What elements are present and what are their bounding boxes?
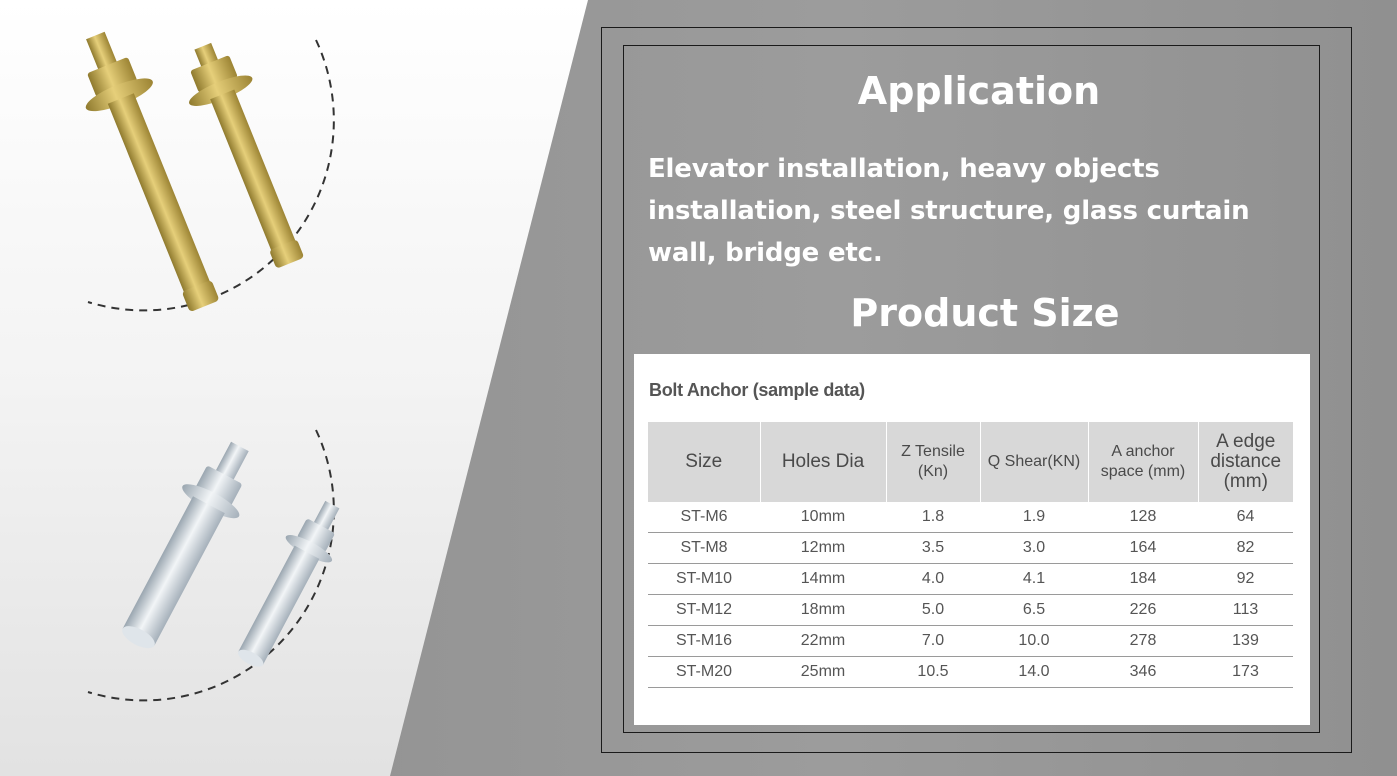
table-row: ST-M20 25mm 10.5 14.0 346 173 bbox=[648, 656, 1293, 688]
header-holes-dia: Holes Dia bbox=[760, 422, 887, 502]
cell-size: ST-M6 bbox=[648, 502, 760, 533]
table-row: ST-M16 22mm 7.0 10.0 278 139 bbox=[648, 625, 1293, 657]
table-row: ST-M8 12mm 3.5 3.0 164 82 bbox=[648, 532, 1293, 564]
cell-edge-distance: 92 bbox=[1198, 563, 1293, 595]
silver-anchor-bolt-small bbox=[237, 500, 340, 667]
cell-holes-dia: 25mm bbox=[760, 656, 886, 688]
cell-edge-distance: 173 bbox=[1198, 656, 1293, 688]
cell-q-shear: 14.0 bbox=[980, 656, 1088, 688]
cell-edge-distance: 82 bbox=[1198, 532, 1293, 564]
cell-holes-dia: 12mm bbox=[760, 532, 886, 564]
cell-anchor-space: 346 bbox=[1088, 656, 1198, 688]
header-size: Size bbox=[648, 422, 761, 502]
application-title: Application bbox=[857, 69, 1101, 113]
cell-anchor-space: 226 bbox=[1088, 594, 1198, 626]
cell-holes-dia: 14mm bbox=[760, 563, 886, 595]
cell-z-tensile: 1.8 bbox=[886, 502, 980, 533]
table-caption: Bolt Anchor (sample data) bbox=[649, 380, 865, 400]
size-table-card: Bolt Anchor (sample data) Size Holes Dia… bbox=[634, 354, 1310, 725]
cell-anchor-space: 184 bbox=[1088, 563, 1198, 595]
cell-size: ST-M20 bbox=[648, 656, 760, 688]
product-photos bbox=[85, 31, 340, 702]
cell-size: ST-M16 bbox=[648, 625, 760, 657]
cell-z-tensile: 10.5 bbox=[886, 656, 980, 688]
cell-edge-distance: 64 bbox=[1198, 502, 1293, 533]
cell-anchor-space: 164 bbox=[1088, 532, 1198, 564]
header-q-shear: Q Shear(KN) bbox=[980, 422, 1089, 502]
cell-holes-dia: 22mm bbox=[760, 625, 886, 657]
cell-q-shear: 6.5 bbox=[980, 594, 1088, 626]
cell-q-shear: 3.0 bbox=[980, 532, 1088, 564]
cell-holes-dia: 10mm bbox=[760, 502, 886, 533]
table-row: ST-M6 10mm 1.8 1.9 128 64 bbox=[648, 502, 1293, 533]
cell-size: ST-M10 bbox=[648, 563, 760, 595]
cell-edge-distance: 139 bbox=[1198, 625, 1293, 657]
cell-edge-distance: 113 bbox=[1198, 594, 1293, 626]
header-anchor-space: A anchor space (mm) bbox=[1088, 422, 1199, 502]
header-edge-distance: A edge distance (mm) bbox=[1198, 422, 1293, 502]
silver-anchor-bolt-large bbox=[122, 441, 249, 649]
table-header-row: Size Holes Dia Z Tensile (Kn) Q Shear(KN… bbox=[648, 422, 1293, 502]
cell-anchor-space: 128 bbox=[1088, 502, 1198, 533]
cell-q-shear: 4.1 bbox=[980, 563, 1088, 595]
cell-z-tensile: 3.5 bbox=[886, 532, 980, 564]
table-row: ST-M10 14mm 4.0 4.1 184 92 bbox=[648, 563, 1293, 595]
header-z-tensile: Z Tensile (Kn) bbox=[886, 422, 981, 502]
cell-q-shear: 1.9 bbox=[980, 502, 1088, 533]
cell-size: ST-M8 bbox=[648, 532, 760, 564]
cell-z-tensile: 4.0 bbox=[886, 563, 980, 595]
application-description: Elevator installation, heavy objects ins… bbox=[648, 154, 1250, 268]
cell-z-tensile: 7.0 bbox=[886, 625, 980, 657]
cell-anchor-space: 278 bbox=[1088, 625, 1198, 657]
gold-anchor-bolt-small bbox=[189, 42, 304, 268]
cell-holes-dia: 18mm bbox=[760, 594, 886, 626]
cell-z-tensile: 5.0 bbox=[886, 594, 980, 626]
cell-q-shear: 10.0 bbox=[980, 625, 1088, 657]
table-row: ST-M12 18mm 5.0 6.5 226 113 bbox=[648, 594, 1293, 626]
cell-size: ST-M12 bbox=[648, 594, 760, 626]
product-size-title: Product Size bbox=[850, 291, 1120, 335]
size-table: Size Holes Dia Z Tensile (Kn) Q Shear(KN… bbox=[648, 422, 1293, 688]
